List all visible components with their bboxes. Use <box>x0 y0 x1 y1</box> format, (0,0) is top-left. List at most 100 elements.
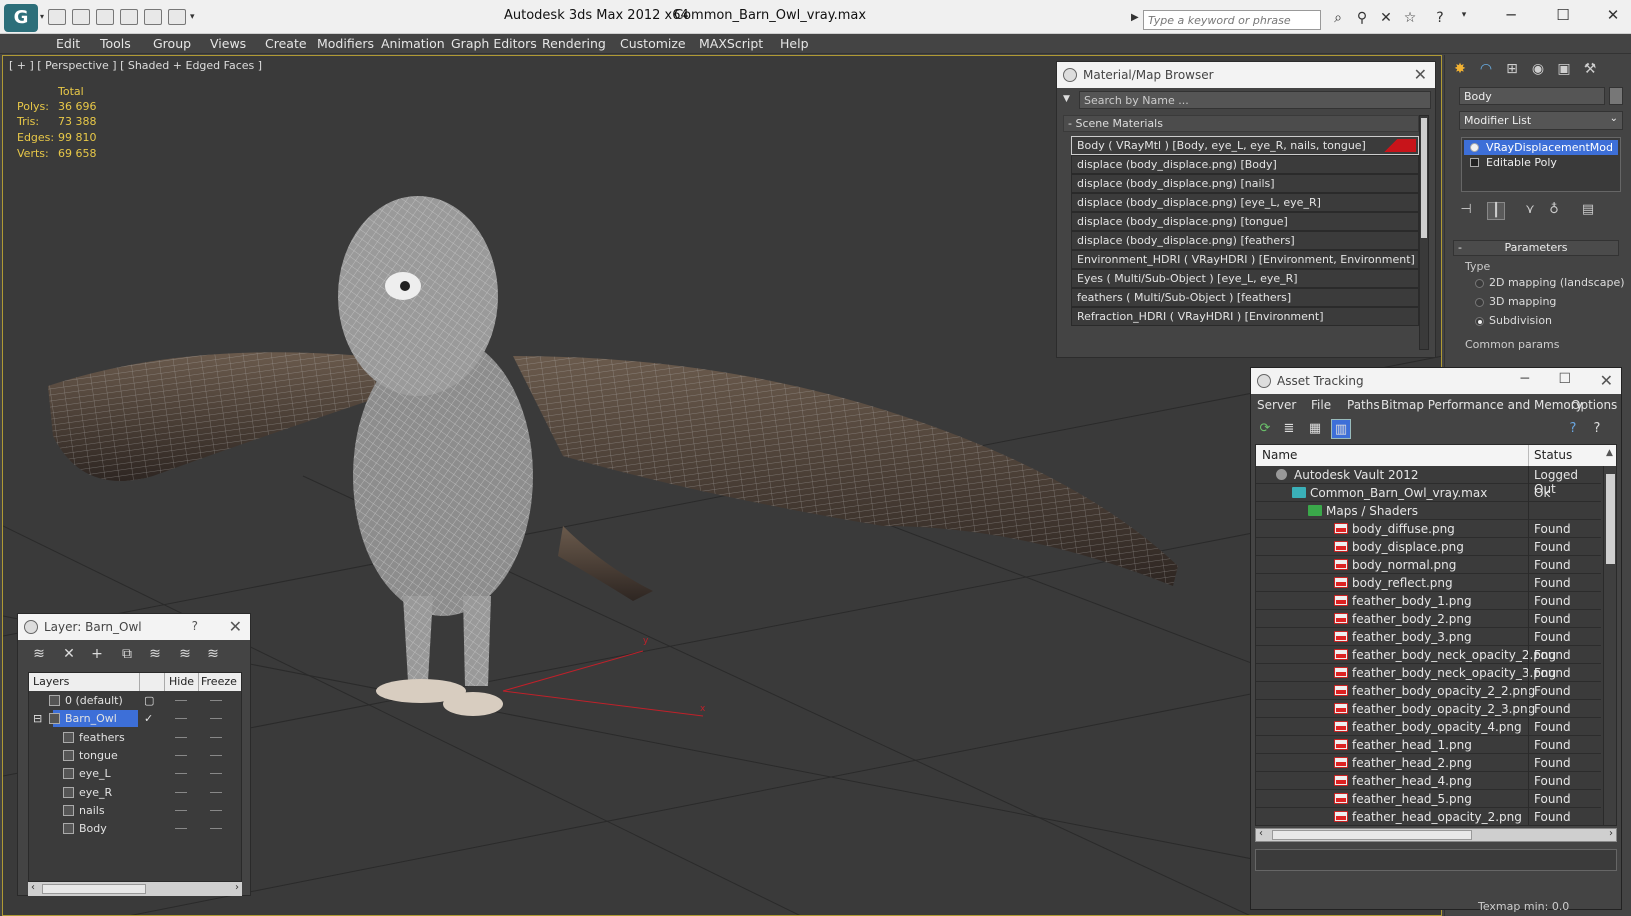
scrollbar-thumb[interactable] <box>42 884 146 894</box>
help-context-icon[interactable]: ? <box>1587 419 1607 439</box>
material-item[interactable]: displace (body_displace.png) [tongue] <box>1071 212 1419 231</box>
column-header-hide[interactable]: Hide <box>169 675 194 688</box>
new-file-icon[interactable] <box>48 9 66 25</box>
menu-edit[interactable]: Edit <box>56 36 80 51</box>
close-icon[interactable]: ✕ <box>1414 65 1427 84</box>
asset-row[interactable]: feather_body_1.png Found <box>1256 592 1601 610</box>
freeze-toggle[interactable] <box>210 755 222 756</box>
freeze-toggle[interactable] <box>210 810 222 811</box>
open-file-icon[interactable] <box>72 9 90 25</box>
asset-horizontal-scrollbar[interactable]: ‹ › <box>1255 828 1617 842</box>
viewport-label[interactable]: [ + ] [ Perspective ] [ Shaded + Edged F… <box>9 59 262 72</box>
browser-options-icon[interactable]: ▼ <box>1063 94 1070 104</box>
asset-row[interactable]: feather_body_opacity_2_2.png Found <box>1256 682 1601 700</box>
material-item[interactable]: feathers ( Multi/Sub-Object ) [feathers] <box>1071 288 1419 307</box>
scrollbar-thumb[interactable] <box>1421 118 1427 238</box>
asset-menu-bitmap-performance[interactable]: Bitmap Performance and Memory <box>1381 398 1583 412</box>
menu-maxscript[interactable]: MAXScript <box>699 36 763 51</box>
material-item[interactable]: Eyes ( Multi/Sub-Object ) [eye_L, eye_R] <box>1071 269 1419 288</box>
material-search-input[interactable]: Search by Name ... <box>1079 91 1431 109</box>
stack-item-vraydisplacementmod[interactable]: VRayDisplacementMod <box>1464 140 1618 155</box>
hide-toggle[interactable] <box>175 737 187 738</box>
object-name-field[interactable]: Body <box>1459 87 1605 105</box>
motion-tab-icon[interactable]: ◉ <box>1527 58 1549 80</box>
menu-customize[interactable]: Customize <box>620 36 686 51</box>
radio-3d-mapping[interactable] <box>1475 298 1484 307</box>
column-header-status[interactable]: Status <box>1534 448 1572 462</box>
search-input[interactable]: Type a keyword or phrase <box>1143 10 1321 30</box>
column-divider[interactable] <box>164 673 165 691</box>
column-divider[interactable] <box>1528 445 1529 466</box>
asset-row[interactable]: feather_body_neck_opacity_2.png Found <box>1256 646 1601 664</box>
layer-row[interactable]: eye_L <box>29 764 241 783</box>
radio-2d-mapping[interactable] <box>1475 279 1484 288</box>
scrollbar-thumb[interactable] <box>1606 474 1615 564</box>
app-menu-arrow-icon[interactable]: ▾ <box>40 12 44 21</box>
asset-menu-server[interactable]: Server <box>1257 398 1296 412</box>
collapse-icon[interactable]: ⊟ <box>33 712 42 725</box>
close-icon[interactable]: ✕ <box>229 617 242 636</box>
hide-toggle[interactable] <box>175 828 187 829</box>
thumbnail-view-icon[interactable]: ▦ <box>1305 419 1325 439</box>
scroll-up-icon[interactable]: ▲ <box>1606 448 1613 458</box>
material-item[interactable]: displace (body_displace.png) [Body] <box>1071 155 1419 174</box>
material-list-scrollbar[interactable] <box>1419 115 1429 350</box>
freeze-toggle[interactable] <box>210 828 222 829</box>
menu-modifiers[interactable]: Modifiers <box>317 36 374 51</box>
help-icon[interactable]: ? <box>1430 10 1450 28</box>
hide-toggle[interactable] <box>175 718 187 719</box>
table-view-icon[interactable]: ▥ <box>1331 419 1351 439</box>
freeze-toggle[interactable] <box>210 792 222 793</box>
favorites-star-icon[interactable]: ☆ <box>1400 10 1420 28</box>
asset-path-field[interactable] <box>1255 849 1617 871</box>
binoculars-icon[interactable]: ⌕ <box>1328 10 1348 28</box>
asset-menu-paths[interactable]: Paths <box>1347 398 1380 412</box>
asset-row[interactable]: body_displace.png Found <box>1256 538 1601 556</box>
column-divider[interactable] <box>139 673 140 691</box>
scroll-right-icon[interactable]: › <box>1609 828 1613 839</box>
list-view-icon[interactable]: ≣ <box>1279 419 1299 439</box>
close-icon[interactable]: ✕ <box>1600 371 1613 390</box>
current-layer-check-icon[interactable]: ✓ <box>144 712 153 725</box>
asset-row[interactable]: feather_body_opacity_4.png Found <box>1256 718 1601 736</box>
asset-row[interactable]: feather_body_2.png Found <box>1256 610 1601 628</box>
asset-row[interactable]: feather_head_2.png Found <box>1256 754 1601 772</box>
maximize-icon[interactable]: ☐ <box>1548 6 1578 26</box>
add-to-layer-icon[interactable]: + <box>86 644 108 664</box>
material-item[interactable]: Body ( VRayMtl ) [Body, eye_L, eye_R, na… <box>1071 136 1419 155</box>
display-tab-icon[interactable]: ▣ <box>1553 58 1575 80</box>
freeze-toggle[interactable] <box>210 737 222 738</box>
scrollbar-thumb[interactable] <box>1272 830 1472 840</box>
layer-row[interactable]: nails <box>29 801 241 820</box>
scroll-right-icon[interactable]: › <box>235 882 239 893</box>
menu-group[interactable]: Group <box>153 36 191 51</box>
redo-icon[interactable] <box>144 9 162 25</box>
remove-modifier-icon[interactable]: ♁ <box>1545 202 1563 220</box>
expand-plus-icon[interactable] <box>1470 158 1479 167</box>
stack-item-editable-poly[interactable]: Editable Poly <box>1464 155 1618 170</box>
freeze-all-layers-icon[interactable]: ≋ <box>202 644 224 664</box>
hide-all-layers-icon[interactable]: ≋ <box>174 644 196 664</box>
asset-row[interactable]: feather_head_5.png Found <box>1256 790 1601 808</box>
asset-vertical-scrollbar[interactable] <box>1603 466 1616 825</box>
material-browser-titlebar[interactable]: Material/Map Browser ✕ <box>1057 62 1435 88</box>
asset-row[interactable]: feather_body_neck_opacity_3.png Found <box>1256 664 1601 682</box>
scroll-left-icon[interactable]: ‹ <box>1259 828 1263 839</box>
hierarchy-tab-icon[interactable]: ⊞ <box>1501 58 1523 80</box>
quick-access-dropdown-icon[interactable]: ▾ <box>190 12 195 22</box>
configure-sets-icon[interactable]: ▤ <box>1579 202 1597 220</box>
lightbulb-icon[interactable] <box>1470 143 1479 152</box>
hide-toggle[interactable] <box>175 755 187 756</box>
radio-subdivision[interactable] <box>1475 317 1484 326</box>
material-item[interactable]: displace (body_displace.png) [eye_L, eye… <box>1071 193 1419 212</box>
layer-row[interactable]: feathers <box>29 728 241 747</box>
menu-rendering[interactable]: Rendering <box>542 36 606 51</box>
create-layer-icon[interactable]: ≋ <box>28 644 50 664</box>
asset-row[interactable]: feather_head_1.png Found <box>1256 736 1601 754</box>
layer-row[interactable]: tongue <box>29 746 241 765</box>
material-item[interactable]: displace (body_displace.png) [feathers] <box>1071 231 1419 250</box>
parameters-rollout-header[interactable]: - Parameters <box>1453 240 1619 256</box>
pin-stack-icon[interactable]: ⊣ <box>1457 202 1475 220</box>
save-file-icon[interactable] <box>96 9 114 25</box>
scroll-left-icon[interactable]: ‹ <box>31 882 35 893</box>
